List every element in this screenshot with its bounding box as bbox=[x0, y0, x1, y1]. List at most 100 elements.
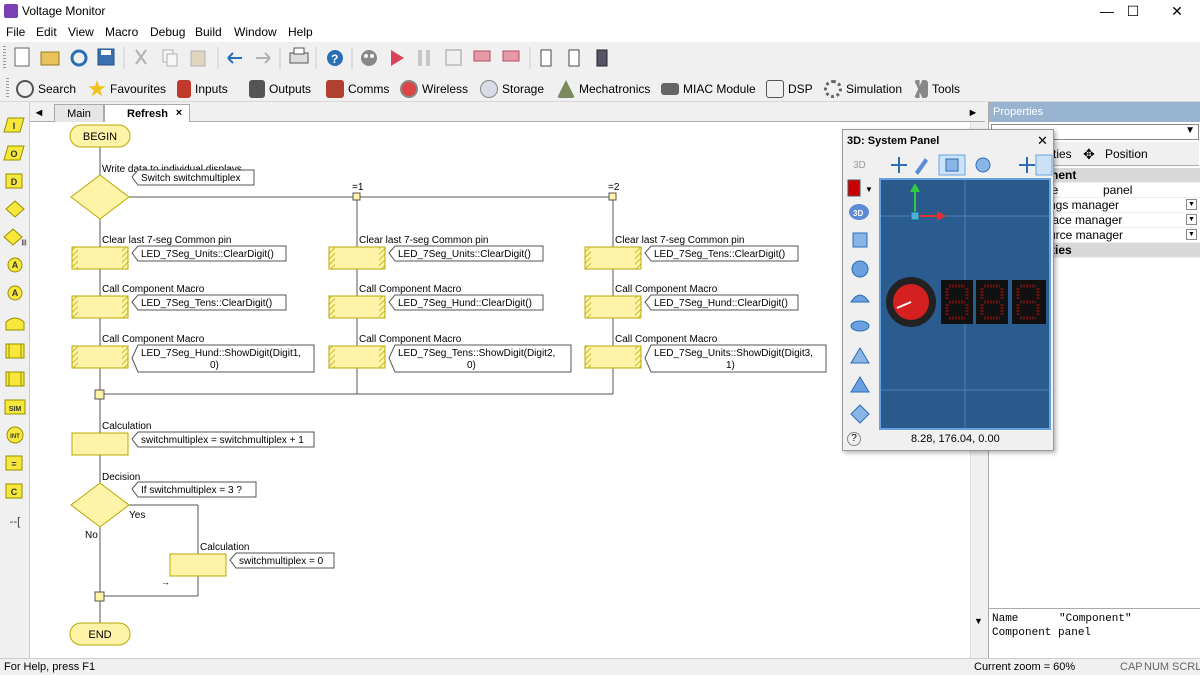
cut-icon bbox=[135, 49, 147, 65]
status-cap: CAP bbox=[1120, 661, 1143, 673]
panel3d-toolbar: 3D bbox=[853, 154, 1053, 176]
menu-edit[interactable]: Edit bbox=[36, 25, 57, 39]
menu-debug[interactable]: Debug bbox=[150, 25, 185, 39]
decision-join-node bbox=[94, 591, 105, 602]
svg-text:SIM: SIM bbox=[9, 406, 22, 413]
category-comms[interactable]: Comms bbox=[326, 79, 389, 99]
close-window-button[interactable]: ✕ bbox=[1154, 0, 1200, 22]
palette-interrupt-icon: INT bbox=[6, 426, 24, 444]
window-title: Voltage Monitor bbox=[22, 4, 106, 18]
select-icon bbox=[945, 158, 959, 172]
palette-analog-icon: A bbox=[7, 257, 23, 273]
tab-scroll-right-button[interactable]: ► bbox=[966, 104, 980, 122]
expand-icon[interactable]: ▼ bbox=[1186, 214, 1197, 225]
status-help-text: For Help, press F1 bbox=[4, 661, 96, 673]
svg-text:?: ? bbox=[331, 52, 338, 66]
position-icon: ✥ bbox=[1083, 146, 1095, 162]
category-inputs[interactable]: Inputs bbox=[177, 79, 228, 99]
category-mechatronics[interactable]: Mechatronics bbox=[557, 79, 650, 99]
svg-text:Clear last 7-seg Common pin: Clear last 7-seg Common pin bbox=[102, 235, 232, 246]
case-1-column: Clear last 7-seg Common pin LED_7Seg_Uni… bbox=[328, 235, 572, 373]
toolbar-grip[interactable] bbox=[6, 78, 9, 98]
category-storage[interactable]: Storage bbox=[480, 79, 544, 99]
category-simulation[interactable]: Simulation bbox=[824, 79, 902, 99]
svg-text:0): 0) bbox=[210, 360, 219, 371]
category-favourites[interactable]: Favourites bbox=[88, 79, 166, 99]
svg-text:Call Component Macro: Call Component Macro bbox=[102, 334, 205, 345]
print-icon bbox=[289, 47, 309, 64]
paste-icon bbox=[190, 50, 206, 67]
panel3d-scene bbox=[881, 180, 1049, 428]
case-2-column: Clear last 7-seg Common pin LED_7Seg_Ten… bbox=[584, 235, 827, 373]
svg-text:→: → bbox=[161, 577, 170, 587]
tab-scroll-left-button[interactable]: ◄ bbox=[32, 104, 46, 122]
comms-icon bbox=[326, 80, 344, 98]
chip-in-icon bbox=[540, 49, 552, 67]
tab-close-button[interactable]: × bbox=[173, 104, 185, 122]
svg-text:Calculation: Calculation bbox=[102, 421, 151, 432]
flowchart-canvas[interactable]: BEGIN Write data to individual displays … bbox=[30, 122, 970, 658]
panel3d-close-button[interactable]: ✕ bbox=[1037, 133, 1048, 149]
menu-view[interactable]: View bbox=[68, 25, 94, 39]
app-icon bbox=[4, 4, 18, 18]
svg-text:switchmultiplex = switchmultip: switchmultiplex = switchmultiplex + 1 bbox=[141, 435, 304, 446]
svg-text:1): 1) bbox=[726, 360, 735, 371]
svg-text:I: I bbox=[13, 121, 16, 131]
category-tools[interactable]: Tools bbox=[914, 79, 960, 99]
pan-icon bbox=[891, 157, 907, 173]
menu-window[interactable]: Window bbox=[234, 25, 277, 39]
svg-text:LED_7Seg_Hund::ShowDigit(Digit: LED_7Seg_Hund::ShowDigit(Digit1, bbox=[141, 348, 301, 359]
palette-sim-icon: SIM bbox=[4, 399, 26, 415]
begin-terminator: BEGIN bbox=[69, 124, 131, 148]
panel3d-viewport[interactable] bbox=[879, 178, 1051, 430]
maximize-button[interactable]: ☐ bbox=[1110, 0, 1156, 22]
expand-icon[interactable]: ▼ bbox=[1186, 229, 1197, 240]
dsp-icon bbox=[766, 80, 784, 98]
panel3d-shapes: ▼ 3D bbox=[847, 179, 873, 424]
rotate-icon bbox=[975, 157, 991, 173]
tab-properties[interactable]: ties bbox=[1053, 147, 1072, 161]
category-miac[interactable]: MIAC Module bbox=[661, 79, 756, 99]
calculation-increment: Calculation switchmultiplex = switchmult… bbox=[71, 421, 315, 456]
menu-macro[interactable]: Macro bbox=[105, 25, 138, 39]
expand-icon[interactable]: ▼ bbox=[1186, 199, 1197, 210]
stop-icon bbox=[445, 49, 462, 66]
sphere-icon bbox=[851, 260, 869, 278]
switch-decision: Write data to individual displays Switch… bbox=[70, 164, 620, 220]
chip-icon bbox=[596, 49, 608, 67]
run-icon bbox=[391, 50, 404, 66]
svg-text:A: A bbox=[12, 288, 19, 298]
icon-palette: I O D ||| A A SIM INT = C --[ bbox=[0, 102, 30, 658]
svg-text:LED_7Seg_Units::ClearDigit(): LED_7Seg_Units::ClearDigit() bbox=[141, 249, 274, 260]
palette-comment-icon: --[ bbox=[10, 516, 20, 528]
outputs-icon bbox=[249, 80, 265, 98]
description-name-value: "Component" bbox=[1059, 613, 1132, 625]
gear-icon bbox=[824, 80, 842, 98]
tab-position[interactable]: Position bbox=[1105, 147, 1148, 161]
svg-text:Call Component Macro: Call Component Macro bbox=[102, 284, 205, 295]
svg-text:0): 0) bbox=[467, 360, 476, 371]
svg-text:INT: INT bbox=[10, 434, 20, 440]
category-dsp[interactable]: DSP bbox=[766, 79, 813, 99]
pyramid-icon bbox=[850, 376, 870, 393]
redo-icon bbox=[256, 52, 271, 64]
menu-file[interactable]: File bbox=[6, 25, 25, 39]
potentiometer-knob bbox=[886, 277, 936, 327]
menu-help[interactable]: Help bbox=[288, 25, 313, 39]
copy-icon bbox=[162, 49, 178, 67]
category-search[interactable]: Search bbox=[16, 79, 76, 99]
scroll-down-arrow[interactable]: ▼ bbox=[974, 616, 983, 626]
description-name-label: Name bbox=[992, 613, 1019, 625]
category-wireless[interactable]: Wireless bbox=[400, 79, 468, 99]
cube-icon bbox=[852, 232, 868, 248]
palette-code-icon: C bbox=[5, 483, 23, 499]
menu-build[interactable]: Build bbox=[195, 25, 222, 39]
wireless-icon bbox=[400, 80, 418, 98]
inputs-icon bbox=[177, 80, 191, 98]
tab-main[interactable]: Main bbox=[54, 104, 104, 122]
palette-input-icon: I bbox=[3, 117, 25, 133]
help-icon: ? bbox=[327, 50, 343, 66]
category-outputs[interactable]: Outputs bbox=[249, 79, 311, 99]
view-3d-icon: 3D bbox=[849, 204, 869, 220]
panel3d-help-icon[interactable]: ? bbox=[847, 432, 861, 446]
